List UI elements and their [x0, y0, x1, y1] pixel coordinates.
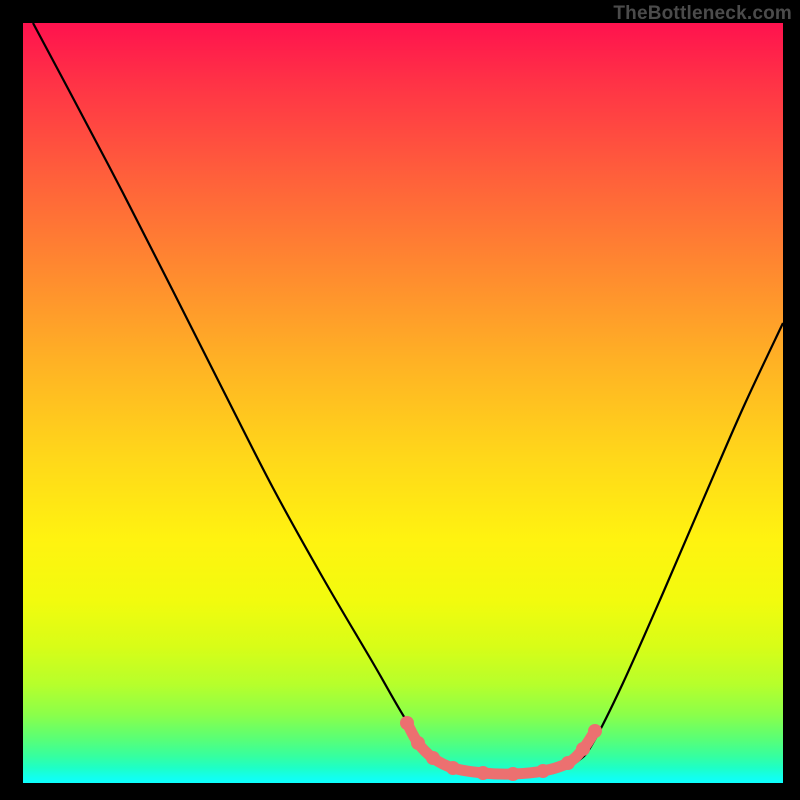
pink-point: [506, 767, 520, 781]
pink-point: [576, 742, 590, 756]
pink-point: [426, 751, 440, 765]
pink-point: [476, 766, 490, 780]
curves-svg: [23, 23, 783, 783]
pink-point: [446, 761, 460, 775]
pink-point: [411, 736, 425, 750]
black-curve-path: [33, 23, 783, 775]
attribution-text: TheBottleneck.com: [613, 3, 792, 25]
pink-point: [400, 716, 414, 730]
plot-area: [23, 23, 783, 783]
chart-frame: TheBottleneck.com: [0, 0, 800, 800]
pink-point: [561, 756, 575, 770]
pink-point: [536, 764, 550, 778]
pink-point: [588, 724, 602, 738]
